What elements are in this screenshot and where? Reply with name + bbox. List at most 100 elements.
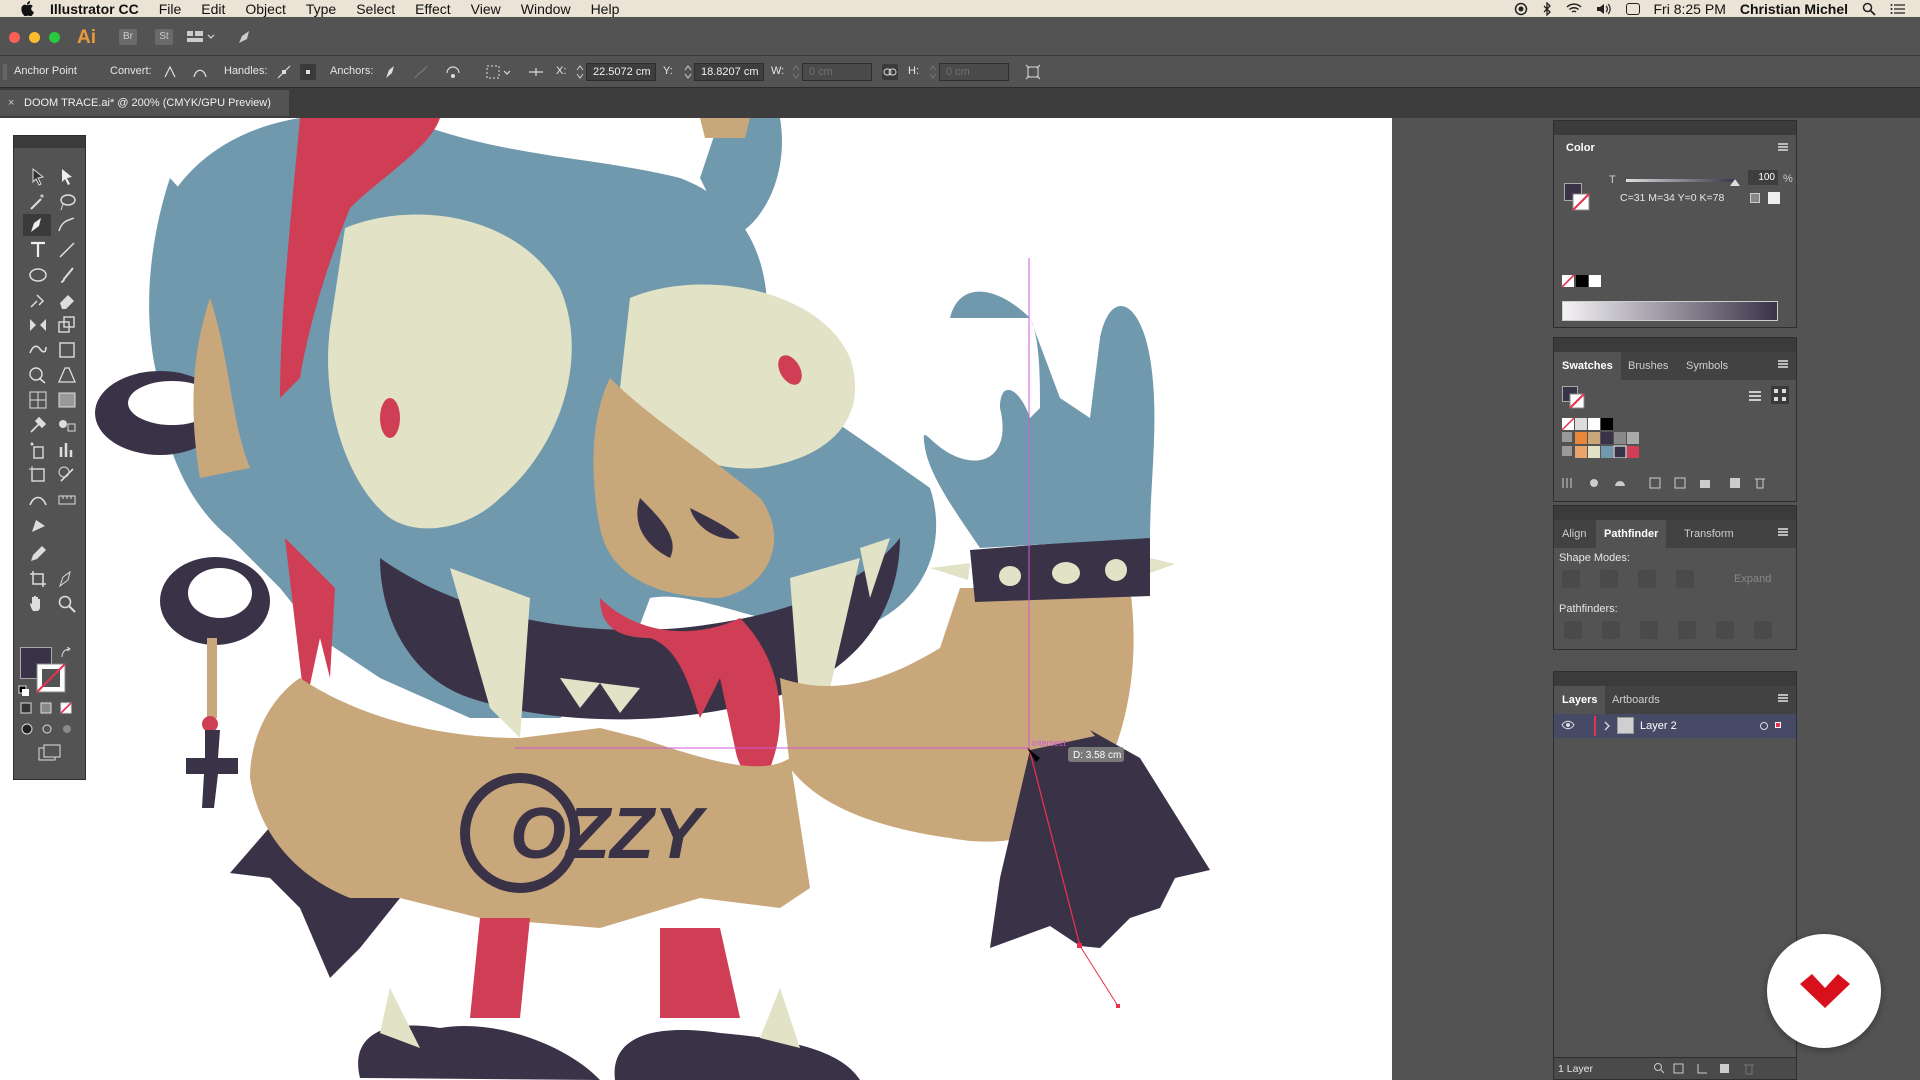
tint-slider-handle[interactable] [1730,179,1740,187]
layers-footer-buttons[interactable] [1654,1062,1784,1076]
pen-direction-handle[interactable] [1079,945,1119,1007]
outline-button[interactable] [1716,621,1734,639]
notification-center-icon[interactable] [1890,3,1906,15]
artboard-tool-icon[interactable] [27,464,49,486]
direct-selection-tool-icon[interactable] [56,166,78,188]
tab-transform[interactable]: Transform [1676,520,1742,548]
line-segment-tool-icon[interactable] [56,239,78,261]
layer-name[interactable]: Layer 2 [1640,720,1677,732]
h-stepper-icon[interactable] [929,65,937,79]
wifi-icon[interactable] [1565,2,1582,15]
x-coordinate-input[interactable]: 22.5072 cm [586,63,656,81]
swatch-grid[interactable] [1562,418,1652,458]
layer-selection-indicator[interactable] [1775,722,1781,728]
type-tool-icon[interactable] [27,239,49,261]
user-name[interactable]: Christian Michel [1740,1,1848,17]
layers-panel-header[interactable] [1554,672,1796,686]
w-stepper-icon[interactable] [792,65,800,79]
crop-button[interactable] [1678,621,1696,639]
constrain-proportions-link-icon[interactable] [882,64,898,80]
blend-tool-icon[interactable] [56,414,78,436]
y-coordinate-input[interactable]: 18.8207 cm [694,63,764,81]
control-bar-grip-icon[interactable] [3,64,7,80]
tab-brushes[interactable]: Brushes [1620,352,1676,380]
cross-pendant[interactable] [186,730,238,808]
input-source-icon[interactable] [1625,2,1640,15]
cut-path-icon[interactable] [445,64,461,80]
layer-target-icon[interactable] [1759,721,1769,731]
pen-alt-tool-icon[interactable] [56,568,78,590]
isolate-selection-icon[interactable] [486,64,514,80]
trim-button[interactable] [1602,621,1620,639]
tab-pathfinder[interactable]: Pathfinder [1596,520,1667,548]
left-pupil[interactable] [380,398,400,438]
zoom-tool-icon[interactable] [56,593,78,615]
slice-tool-icon[interactable] [56,464,78,486]
black-swatch[interactable] [1576,275,1588,287]
tab-swatches[interactable]: Swatches [1554,352,1621,380]
zoom-window-button[interactable] [49,32,60,43]
minus-front-button[interactable] [1600,570,1618,588]
hide-handles-icon[interactable] [300,64,316,80]
warp-tool-icon[interactable] [27,339,49,361]
clock[interactable]: Fri 8:25 PM [1654,1,1726,17]
remove-anchor-icon[interactable] [383,64,399,80]
artboard[interactable]: OZZY intersect D: 3.58 cm [0,118,1392,1080]
ruler-tool-icon[interactable] [56,489,78,511]
eyedropper-tool-icon[interactable] [27,414,49,436]
pathfinder-panel-menu-icon[interactable] [1778,528,1788,536]
menu-edit[interactable]: Edit [201,1,225,17]
list-view-icon[interactable] [1747,388,1763,404]
free-transform-tool-icon[interactable] [56,339,78,361]
align-to-icon[interactable] [528,64,544,80]
hand-tool-icon[interactable] [27,593,49,615]
close-window-button[interactable] [9,32,20,43]
arrange-documents-icon[interactable] [187,30,217,44]
draw-normal-icon[interactable] [20,723,34,735]
horn-tip[interactable] [700,118,750,138]
magic-wand-tool-icon[interactable] [27,191,49,213]
color-mode-icon[interactable] [20,702,32,714]
divide-button[interactable] [1564,621,1582,639]
right-shoe[interactable] [614,1030,860,1080]
pen-tool-icon[interactable] [27,214,49,236]
layer-row[interactable]: Layer 2 [1554,714,1796,738]
draw-inside-icon[interactable] [60,723,74,735]
spotlight-search-icon[interactable] [1862,2,1876,16]
handle-point[interactable] [1116,1004,1120,1008]
connect-anchors-icon[interactable] [413,64,429,80]
height-input[interactable]: 0 cm [939,63,1009,81]
x-stepper-icon[interactable] [576,65,584,79]
menu-file[interactable]: File [159,1,182,17]
thumbnail-view-icon[interactable] [1771,386,1789,404]
width-tool-icon[interactable] [27,489,49,511]
y-stepper-icon[interactable] [684,65,692,79]
default-fill-stroke-icon[interactable] [18,685,30,697]
app-menu[interactable]: Illustrator CC [50,1,139,17]
bluetooth-icon[interactable] [1542,1,1552,16]
tint-value-input[interactable]: 100 [1748,170,1778,185]
web-safe-icon[interactable] [1768,192,1780,204]
tools-panel-header[interactable] [14,136,85,148]
menu-window[interactable]: Window [521,1,571,17]
intersect-button[interactable] [1638,570,1656,588]
volume-icon[interactable] [1596,3,1612,15]
minus-back-button[interactable] [1754,621,1772,639]
menu-select[interactable]: Select [356,1,395,17]
scale-tool-icon[interactable] [56,314,78,336]
color-spectrum-bar[interactable] [1562,301,1778,321]
width-input[interactable]: 0 cm [802,63,872,81]
stroke-color-swatch[interactable] [36,663,66,693]
shape-builder-tool-icon[interactable] [27,364,49,386]
menu-help[interactable]: Help [591,1,620,17]
curvature-tool-icon[interactable] [56,214,78,236]
pathfinder-panel-header[interactable] [1554,506,1796,520]
swatches-panel-header[interactable] [1554,338,1796,352]
color-panel-header[interactable] [1554,121,1796,135]
tab-symbols[interactable]: Symbols [1678,352,1736,380]
expand-button[interactable]: Expand [1734,573,1771,585]
right-leg[interactable] [660,928,740,1018]
monster-illustration[interactable]: OZZY intersect D: 3.58 cm [0,118,1392,1080]
minimize-window-button[interactable] [29,32,40,43]
layer-visibility-eye-icon[interactable] [1561,720,1575,730]
